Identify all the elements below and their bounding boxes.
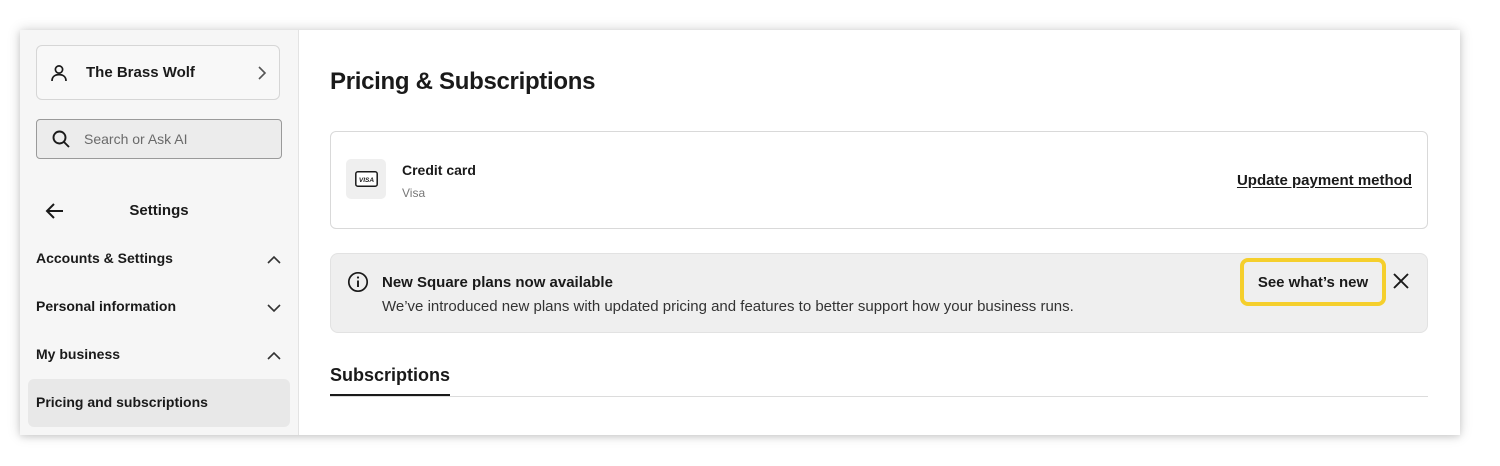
tab-divider <box>330 396 1428 397</box>
search-input[interactable]: Search or Ask AI <box>36 119 282 159</box>
nav-my-business[interactable]: My business <box>36 346 282 366</box>
see-whats-new-button[interactable]: See what’s new <box>1240 258 1386 306</box>
app-window: The Brass Wolf Search or Ask AI Settings… <box>20 30 1460 435</box>
search-icon <box>52 130 70 148</box>
chevron-down-icon <box>267 304 281 313</box>
chevron-right-icon <box>258 66 267 80</box>
tab-subscriptions[interactable]: Subscriptions <box>330 365 450 386</box>
nav-personal-information[interactable]: Personal information <box>36 298 282 318</box>
nav-label: Accounts & Settings <box>36 250 173 266</box>
payment-subtitle: Visa <box>402 186 426 200</box>
update-payment-link[interactable]: Update payment method <box>1237 172 1412 189</box>
info-icon <box>347 271 369 293</box>
visa-card-text: VISA <box>359 177 374 184</box>
account-name: The Brass Wolf <box>86 64 195 81</box>
nav-accounts-settings[interactable]: Accounts & Settings <box>36 250 282 270</box>
account-switcher[interactable]: The Brass Wolf <box>36 45 280 100</box>
chevron-up-icon <box>267 255 281 264</box>
announcement-banner: New Square plans now available We’ve int… <box>330 253 1428 333</box>
banner-text: We’ve introduced new plans with updated … <box>382 298 1074 315</box>
banner-title: New Square plans now available <box>382 274 613 291</box>
sidebar: The Brass Wolf Search or Ask AI Settings… <box>20 30 299 435</box>
nav-label: My business <box>36 346 121 362</box>
payment-method-card: VISA Credit card Visa Update payment met… <box>330 131 1428 229</box>
payment-title: Credit card <box>402 162 476 178</box>
person-icon <box>51 64 67 81</box>
page-title: Pricing & Subscriptions <box>330 68 596 95</box>
close-icon[interactable] <box>1391 271 1411 291</box>
main-content: Pricing & Subscriptions VISA Credit card… <box>299 30 1460 435</box>
nav-pricing-subscriptions[interactable]: Pricing and subscriptions <box>28 379 290 427</box>
search-placeholder: Search or Ask AI <box>84 131 188 147</box>
settings-title: Settings <box>129 202 189 219</box>
chevron-up-icon <box>267 351 281 360</box>
tab-active-underline <box>330 394 450 396</box>
nav-label: Personal information <box>36 298 177 314</box>
visa-card-icon: VISA <box>355 171 378 187</box>
card-brand-tile: VISA <box>346 159 386 199</box>
nav-active-label: Pricing and subscriptions <box>36 394 208 410</box>
